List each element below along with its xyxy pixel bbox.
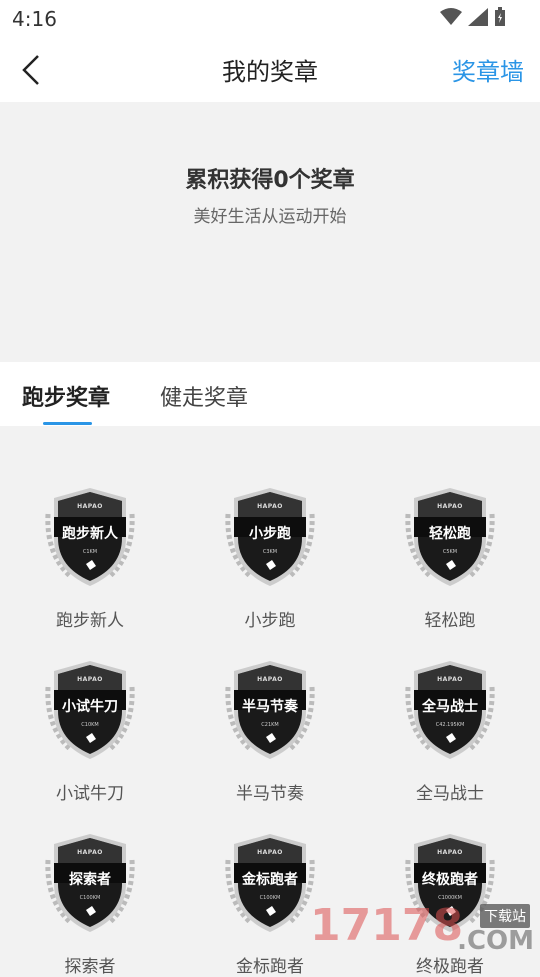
badge-distance: C100KM	[79, 895, 101, 901]
status-bar: 4:16	[0, 0, 540, 36]
status-time: 4:16	[12, 7, 57, 31]
watermark-logo: 17178 下载站 .COM	[304, 900, 534, 960]
badge-title: 跑步新人	[62, 526, 118, 542]
watermark-site: 下载站	[480, 904, 530, 928]
badge-brand: HAPAO	[437, 676, 463, 683]
badge-item[interactable]: HAPAO 探索者 C100KM 探索者	[0, 772, 180, 977]
badge-title: 小步跑	[249, 526, 291, 542]
medal-badge: HAPAO 全马战士 C42.195KM	[400, 657, 500, 763]
tab-running-medals[interactable]: 跑步奖章	[22, 380, 110, 412]
badge-brand: HAPAO	[257, 849, 283, 856]
badge-title: 终极跑者	[422, 872, 478, 888]
badge-title: 小试牛刀	[62, 699, 118, 715]
watermark-number: 17178	[310, 900, 464, 951]
badge-brand: HAPAO	[77, 676, 103, 683]
summary-title: 累积获得0个奖章	[185, 168, 355, 193]
tab-walking-medals[interactable]: 健走奖章	[160, 380, 248, 412]
badge-item[interactable]: HAPAO 半马节奏 C21KM 半马节奏	[180, 599, 360, 804]
status-icons	[440, 7, 506, 27]
badge-item[interactable]: HAPAO 跑步新人 C1KM 跑步新人	[0, 426, 180, 631]
badge-distance: C42.195KM	[435, 722, 465, 728]
badge-label: 探索者	[64, 957, 116, 977]
medal-badge: HAPAO 探索者 C100KM	[40, 830, 140, 936]
badge-brand: HAPAO	[437, 849, 463, 856]
summary-subtitle: 美好生活从运动开始	[193, 207, 347, 227]
medal-badge: HAPAO 轻松跑 C5KM	[400, 484, 500, 590]
badge-title: 轻松跑	[429, 526, 471, 542]
badge-brand: HAPAO	[257, 676, 283, 683]
badge-brand: HAPAO	[77, 849, 103, 856]
badge-grid: HAPAO 跑步新人 C1KM 跑步新人 HAPAO 小步跑 C3KM 小步跑 HAPAO 轻松跑…	[0, 426, 540, 977]
watermark-com: .COM	[457, 926, 534, 956]
medal-wall-link[interactable]: 奖章墙	[452, 52, 524, 87]
tab-bar: 跑步奖章 健走奖章	[0, 362, 540, 426]
badge-brand: HAPAO	[77, 503, 103, 510]
badge-title: 半马节奏	[242, 699, 298, 715]
badge-brand: HAPAO	[257, 503, 283, 510]
badge-distance: C3KM	[262, 549, 278, 555]
active-tab-indicator	[43, 422, 92, 425]
badge-distance: C1KM	[82, 549, 98, 555]
medal-badge: HAPAO 半马节奏 C21KM	[220, 657, 320, 763]
summary-section	[0, 102, 540, 362]
badge-distance: C10KM	[81, 722, 99, 728]
badge-item[interactable]: HAPAO 小步跑 C3KM 小步跑	[180, 426, 360, 631]
medal-badge: HAPAO 小步跑 C3KM	[220, 484, 320, 590]
badge-item[interactable]: HAPAO 轻松跑 C5KM 轻松跑	[360, 426, 540, 631]
wifi-icon	[440, 8, 462, 25]
badge-title: 金标跑者	[242, 872, 298, 888]
badge-distance: C21KM	[261, 722, 279, 728]
badge-item[interactable]: HAPAO 小试牛刀 C10KM 小试牛刀	[0, 599, 180, 804]
medal-badge: HAPAO 跑步新人 C1KM	[40, 484, 140, 590]
battery-icon	[495, 7, 505, 26]
badge-distance: C5KM	[442, 549, 458, 555]
badge-brand: HAPAO	[437, 503, 463, 510]
medal-badge: HAPAO 小试牛刀 C10KM	[40, 657, 140, 763]
badge-title: 探索者	[69, 872, 111, 888]
badge-title: 全马战士	[422, 699, 478, 715]
signal-icon	[468, 8, 488, 26]
app-bar: 我的奖章 奖章墙	[0, 36, 540, 102]
badge-item[interactable]: HAPAO 全马战士 C42.195KM 全马战士	[360, 599, 540, 804]
